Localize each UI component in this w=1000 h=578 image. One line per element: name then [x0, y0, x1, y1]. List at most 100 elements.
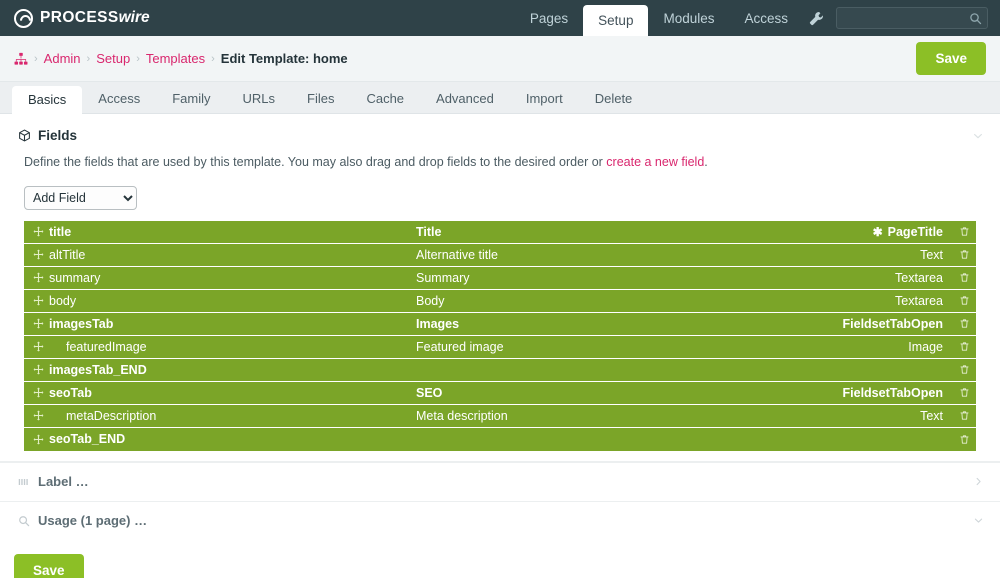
field-label: Body	[416, 293, 445, 308]
fields-description-period: .	[704, 155, 708, 169]
tab-urls[interactable]: URLs	[226, 85, 291, 113]
drag-handle-icon[interactable]	[30, 434, 46, 445]
breadcrumb: › Admin › Setup › Templates › Edit Templ…	[14, 51, 348, 66]
save-button-top[interactable]: Save	[916, 42, 986, 75]
label-panel-title-text: Label …	[38, 474, 89, 490]
breadcrumb-separator: ›	[34, 52, 38, 65]
brand-logo[interactable]: PROCESSwire	[0, 0, 150, 36]
tab-basics[interactable]: Basics	[12, 86, 83, 114]
chevron-right-icon[interactable]	[973, 476, 984, 487]
topnav-item-setup[interactable]: Setup	[583, 5, 649, 36]
field-type: FieldsetTabOpen	[838, 317, 952, 331]
breadcrumb-link-templates[interactable]: Templates	[146, 51, 205, 66]
fields-panel-title: Fields	[18, 128, 77, 143]
field-type-text: Image	[908, 339, 943, 354]
chevron-down-icon[interactable]	[972, 130, 984, 142]
drag-handle-icon[interactable]	[30, 295, 46, 306]
trash-icon[interactable]	[952, 410, 976, 421]
tab-advanced[interactable]: Advanced	[420, 85, 510, 113]
trash-icon[interactable]	[952, 318, 976, 329]
field-type-text: FieldsetTabOpen	[842, 385, 943, 400]
field-name: summary	[49, 270, 101, 285]
topnav-item-access[interactable]: Access	[729, 0, 803, 36]
tab-cache[interactable]: Cache	[350, 85, 420, 113]
table-row[interactable]: altTitle Alternative title Text	[24, 243, 976, 267]
wrench-icon[interactable]	[803, 0, 836, 36]
drag-handle-icon[interactable]	[30, 410, 46, 421]
field-type: Text	[915, 409, 952, 423]
trash-icon[interactable]	[952, 364, 976, 375]
tab-files[interactable]: Files	[291, 85, 350, 113]
drag-handle-icon[interactable]	[30, 318, 46, 329]
global-search-box[interactable]	[836, 7, 988, 29]
drag-handle-icon[interactable]	[30, 272, 46, 283]
drag-handle-icon[interactable]	[30, 249, 46, 260]
breadcrumb-separator: ›	[211, 52, 215, 65]
breadcrumb-link-admin[interactable]: Admin	[44, 51, 81, 66]
table-row[interactable]: body Body Textarea	[24, 289, 976, 313]
trash-icon[interactable]	[952, 295, 976, 306]
brand-text: PROCESSwire	[40, 9, 150, 27]
drag-handle-icon[interactable]	[30, 226, 46, 237]
tab-delete[interactable]: Delete	[579, 85, 649, 113]
field-name: metaDescription	[66, 408, 157, 423]
top-navigation: Pages Setup Modules Access	[515, 0, 1000, 36]
add-field-select[interactable]: Add Field	[24, 185, 137, 210]
field-label: Featured image	[416, 339, 504, 354]
table-row[interactable]: title Title ✱ PageTitle	[24, 220, 976, 244]
field-name: altTitle	[49, 247, 86, 262]
fields-panel-description: Define the fields that are used by this …	[0, 149, 1000, 172]
table-row[interactable]: seoTab_END	[24, 427, 976, 451]
topnav-item-pages[interactable]: Pages	[515, 0, 583, 36]
tab-import[interactable]: Import	[510, 85, 579, 113]
field-type: Textarea	[890, 271, 952, 285]
fields-panel-header[interactable]: Fields	[0, 114, 1000, 149]
fields-panel-title-text: Fields	[38, 128, 78, 143]
field-name: seoTab	[49, 385, 92, 400]
field-type: Image	[903, 340, 952, 354]
text-width-icon	[18, 476, 30, 488]
topnav-label: Setup	[598, 13, 634, 28]
fields-panel: Fields Define the fields that are used b…	[0, 114, 1000, 462]
trash-icon[interactable]	[952, 341, 976, 352]
field-type-text: PageTitle	[887, 224, 943, 239]
topnav-label: Pages	[529, 10, 569, 26]
field-type-text: Textarea	[895, 270, 943, 285]
table-row[interactable]: imagesTab_END	[24, 358, 976, 382]
search-input[interactable]	[844, 12, 969, 24]
trash-icon[interactable]	[952, 272, 976, 283]
table-row[interactable]: imagesTab Images FieldsetTabOpen	[24, 312, 976, 336]
drag-handle-icon[interactable]	[30, 341, 46, 352]
tab-family[interactable]: Family	[156, 85, 226, 113]
field-type-text: FieldsetTabOpen	[842, 316, 943, 331]
page-title: Edit Template: home	[220, 51, 348, 66]
create-new-field-link[interactable]: create a new field	[606, 155, 704, 169]
usage-panel[interactable]: Usage (1 page) …	[0, 500, 1000, 540]
add-field-container: Add Field	[0, 172, 1000, 216]
trash-icon[interactable]	[952, 434, 976, 445]
breadcrumb-link-setup[interactable]: Setup	[96, 51, 130, 66]
table-row[interactable]: summary Summary Textarea	[24, 266, 976, 290]
label-panel[interactable]: Label …	[0, 461, 1000, 501]
table-row[interactable]: featuredImage Featured image Image	[24, 335, 976, 359]
field-name: imagesTab_END	[49, 362, 147, 377]
save-button-bottom[interactable]: Save	[14, 553, 84, 578]
field-name: seoTab_END	[49, 432, 126, 447]
field-type-text: Text	[920, 247, 943, 262]
main-content: Fields Define the fields that are used b…	[0, 114, 1000, 578]
trash-icon[interactable]	[952, 249, 976, 260]
topnav-item-modules[interactable]: Modules	[648, 0, 729, 36]
fields-list: title Title ✱ PageTitle altTitle Alternat…	[0, 216, 1000, 461]
sitemap-icon[interactable]	[14, 52, 28, 66]
field-type: FieldsetTabOpen	[838, 386, 952, 400]
trash-icon[interactable]	[952, 387, 976, 398]
chevron-down-icon[interactable]	[973, 515, 984, 526]
trash-icon[interactable]	[952, 226, 976, 237]
table-row[interactable]: metaDescription Meta description Text	[24, 404, 976, 428]
table-row[interactable]: seoTab SEO FieldsetTabOpen	[24, 381, 976, 405]
drag-handle-icon[interactable]	[30, 387, 46, 398]
search-icon	[18, 515, 30, 527]
tab-access[interactable]: Access	[82, 85, 156, 113]
usage-panel-title-text: Usage (1 page) …	[38, 513, 148, 529]
drag-handle-icon[interactable]	[30, 364, 46, 375]
